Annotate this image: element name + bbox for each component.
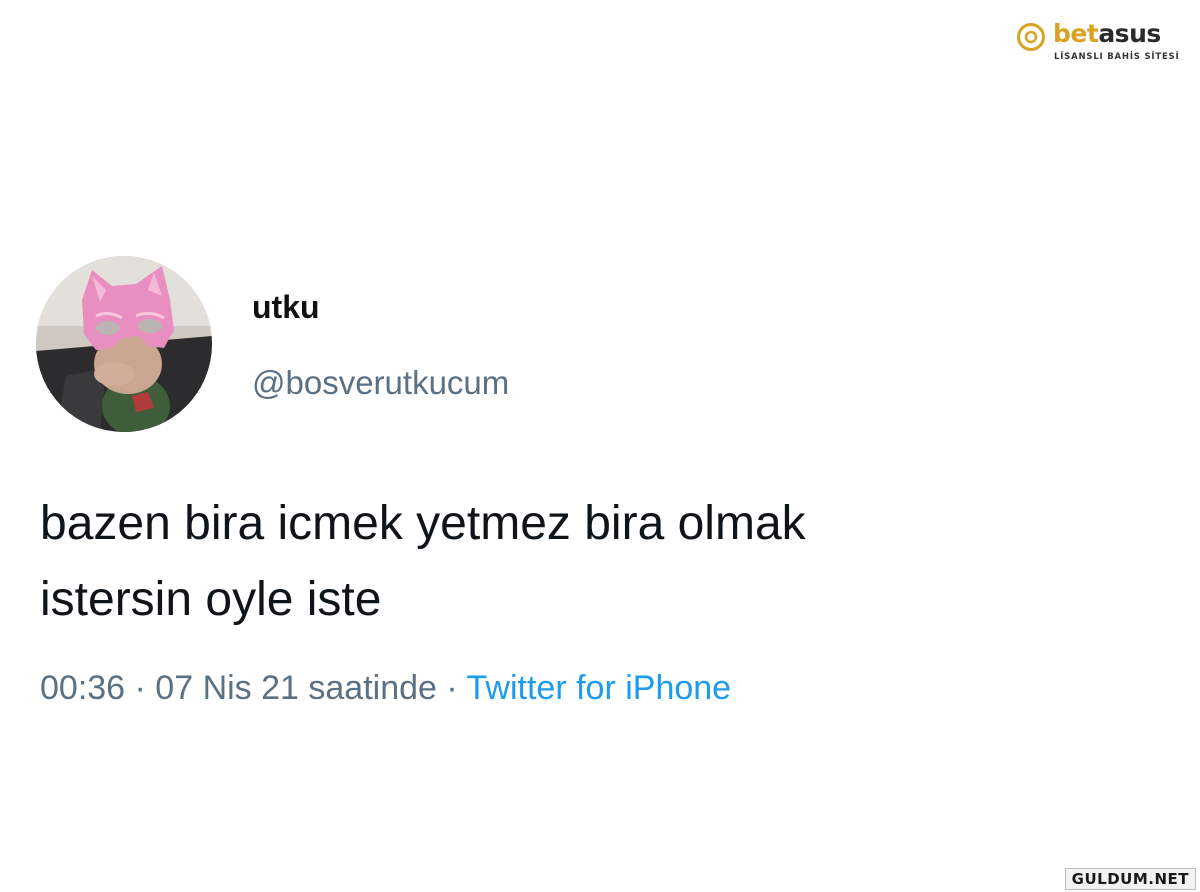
brand-ring-icon [1017,23,1045,51]
tweet-source-link[interactable]: Twitter for iPhone [467,669,732,707]
brand-name-part1: bet [1053,19,1099,48]
display-name[interactable]: utku [252,287,320,327]
screenshot-page: betasus LİSANSLI BAHİS SİTESİ utku @bosv… [0,0,1200,892]
tweet-text-line: bazen bira icmek yetmez bira olmak [40,497,806,550]
profile-photo-icon [36,256,212,432]
brand-tagline: LİSANSLI BAHİS SİTESİ [1054,52,1180,62]
user-handle[interactable]: @bosverutkucum [252,362,509,404]
brand-name-part2: asus [1098,19,1161,48]
tweet-text: bazen bira icmek yetmez bira olmak ister… [40,486,1160,638]
brand-logo[interactable]: betasus LİSANSLI BAHİS SİTESİ [1008,8,1192,72]
avatar[interactable] [36,256,212,432]
site-watermark: GULDUM.NET [1064,868,1196,890]
tweet-meta: 00:36 · 07 Nis 21 saatinde · Twitter for… [40,666,731,710]
tweet-timestamp[interactable]: 00:36 · 07 Nis 21 saatinde · [40,669,467,707]
tweet-text-line: istersin oyle iste [40,573,382,626]
brand-name: betasus [1053,20,1161,48]
